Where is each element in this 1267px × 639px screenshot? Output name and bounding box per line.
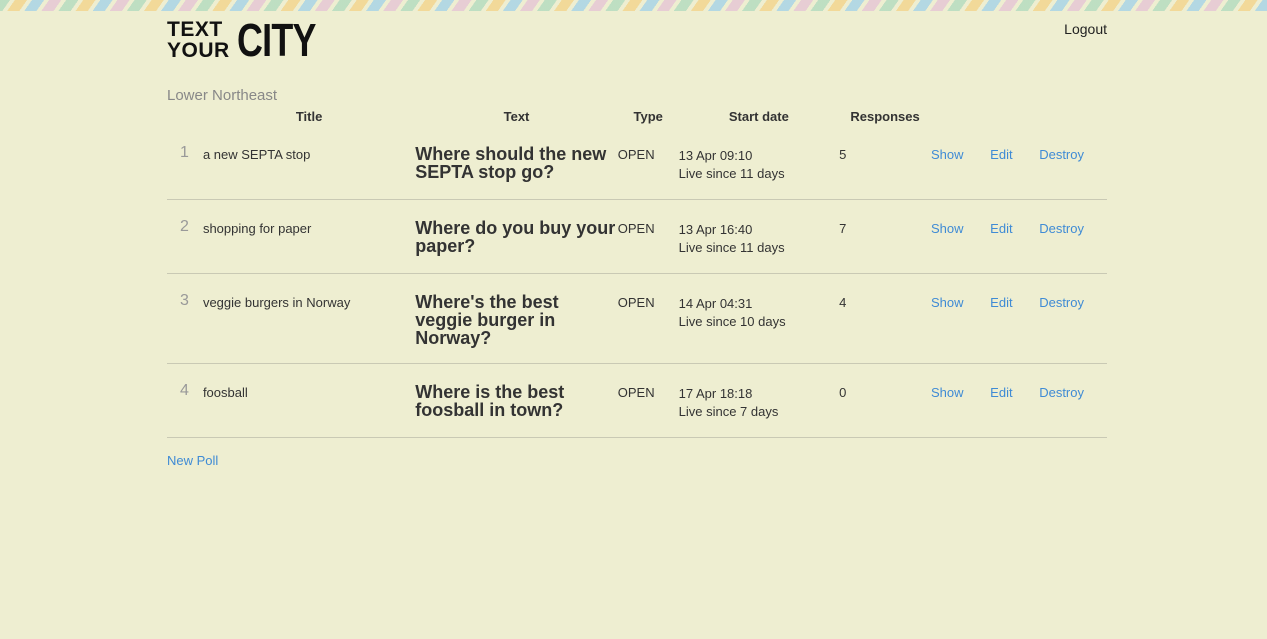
- row-start-date: 17 Apr 18:18 Live since 7 days: [678, 363, 840, 438]
- row-question: Where is the best foosball in town?: [415, 363, 618, 438]
- row-start-date: 14 Apr 04:31 Live since 10 days: [678, 273, 840, 364]
- row-type: OPEN: [617, 273, 679, 364]
- row-actions: Show Edit Destroy: [931, 126, 1107, 200]
- live-since-value: Live since 10 days: [678, 314, 786, 329]
- row-title: foosball: [202, 363, 416, 438]
- header-title: Title: [295, 108, 323, 124]
- destroy-link[interactable]: Destroy: [1039, 385, 1084, 400]
- logo-line-city: CITY: [237, 14, 316, 66]
- header-index: [167, 106, 203, 126]
- header-type: Type: [633, 108, 663, 124]
- edit-link[interactable]: Edit: [990, 221, 1012, 236]
- edit-link[interactable]: Edit: [990, 385, 1012, 400]
- row-question: Where do you buy your paper?: [415, 199, 618, 274]
- header-start-date: Start date: [728, 108, 789, 124]
- show-link[interactable]: Show: [931, 221, 964, 236]
- row-title: a new SEPTA stop: [202, 126, 416, 200]
- live-since-value: Live since 7 days: [678, 404, 779, 419]
- row-index: 1: [167, 126, 203, 200]
- live-since-value: Live since 11 days: [678, 166, 785, 181]
- text-your-city-logo[interactable]: TEXT YOUR CITY: [167, 17, 316, 63]
- decorative-stripe: [0, 0, 1267, 11]
- table-row: 3 veggie burgers in Norway Where's the b…: [167, 273, 1107, 364]
- row-index: 3: [167, 273, 203, 364]
- logo-line-your: YOUR: [167, 39, 230, 62]
- table-row: 1 a new SEPTA stop Where should the new …: [167, 126, 1107, 200]
- live-since-value: Live since 11 days: [678, 240, 785, 255]
- table-row: 4 foosball Where is the best foosball in…: [167, 363, 1107, 438]
- destroy-link[interactable]: Destroy: [1039, 295, 1084, 310]
- polls-table: Title Text Type Start date Responses 1 a…: [167, 106, 1107, 438]
- new-poll-link[interactable]: New Poll: [167, 453, 218, 468]
- start-date-value: 14 Apr 04:31: [678, 296, 753, 311]
- row-responses: 7: [839, 199, 932, 274]
- show-link[interactable]: Show: [931, 385, 964, 400]
- row-question: Where's the best veggie burger in Norway…: [415, 273, 618, 364]
- row-responses: 5: [839, 126, 932, 200]
- header-text: Text: [503, 108, 530, 124]
- row-start-date: 13 Apr 09:10 Live since 11 days: [678, 126, 840, 200]
- table-row: 2 shopping for paper Where do you buy yo…: [167, 199, 1107, 274]
- section-title: Lower Northeast: [167, 87, 278, 104]
- row-type: OPEN: [617, 126, 679, 200]
- table-header-row: Title Text Type Start date Responses: [167, 106, 1107, 126]
- row-start-date: 13 Apr 16:40 Live since 11 days: [678, 199, 840, 274]
- row-title: veggie burgers in Norway: [202, 273, 416, 364]
- start-date-value: 13 Apr 16:40: [678, 222, 753, 237]
- row-index: 4: [167, 363, 203, 438]
- row-responses: 0: [839, 363, 932, 438]
- row-actions: Show Edit Destroy: [931, 199, 1107, 274]
- start-date-value: 17 Apr 18:18: [678, 386, 753, 401]
- show-link[interactable]: Show: [931, 147, 964, 162]
- row-question: Where should the new SEPTA stop go?: [415, 126, 618, 200]
- logout-link[interactable]: Logout: [1064, 21, 1107, 37]
- start-date-value: 13 Apr 09:10: [678, 148, 753, 163]
- header-responses: Responses: [850, 108, 920, 124]
- edit-link[interactable]: Edit: [990, 147, 1012, 162]
- show-link[interactable]: Show: [931, 295, 964, 310]
- edit-link[interactable]: Edit: [990, 295, 1012, 310]
- row-type: OPEN: [617, 363, 679, 438]
- row-title: shopping for paper: [202, 199, 416, 274]
- header-actions: [931, 106, 1107, 126]
- row-responses: 4: [839, 273, 932, 364]
- logo-line-text: TEXT: [167, 18, 223, 41]
- row-index: 2: [167, 199, 203, 274]
- row-type: OPEN: [617, 199, 679, 274]
- row-actions: Show Edit Destroy: [931, 363, 1107, 438]
- destroy-link[interactable]: Destroy: [1039, 147, 1084, 162]
- row-actions: Show Edit Destroy: [931, 273, 1107, 364]
- destroy-link[interactable]: Destroy: [1039, 221, 1084, 236]
